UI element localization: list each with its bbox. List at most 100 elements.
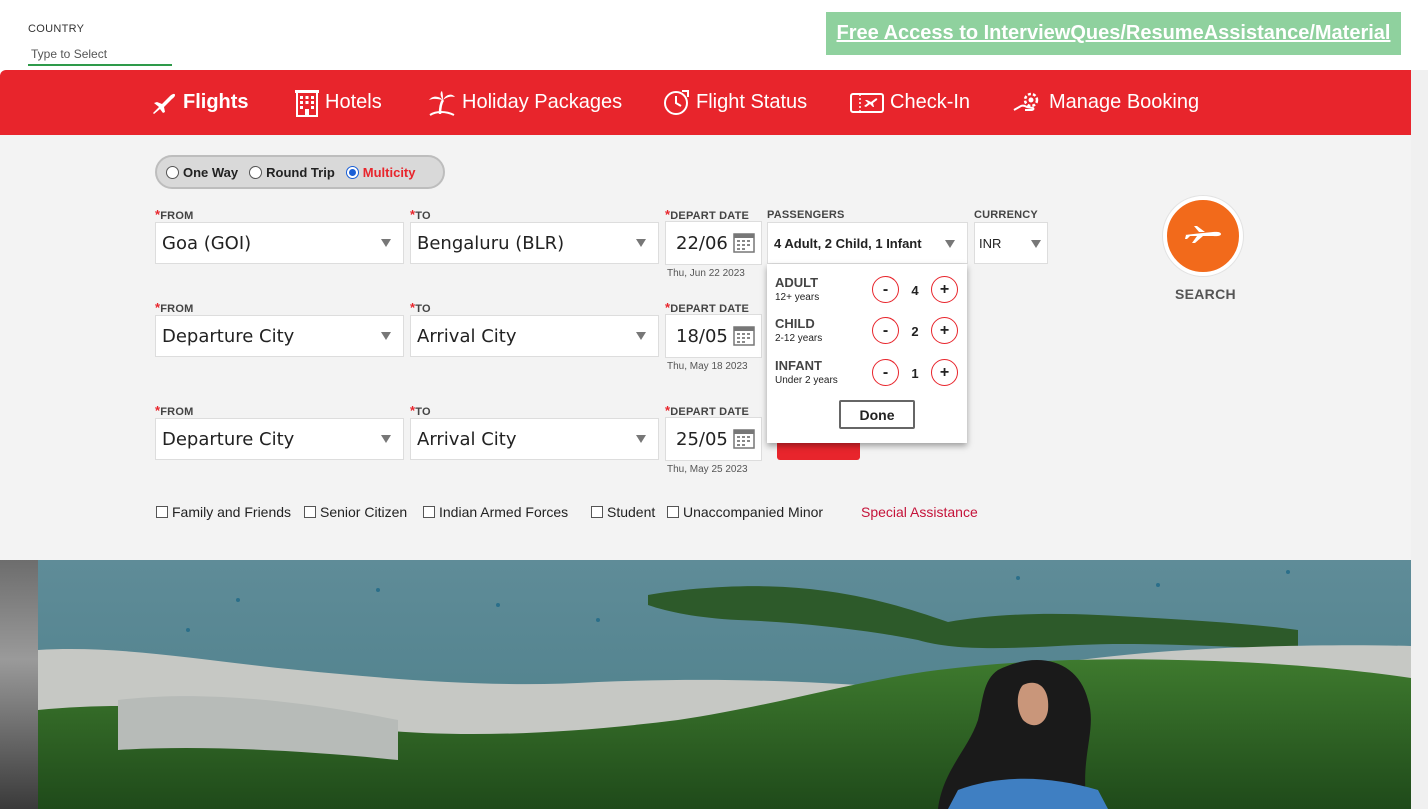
currency-label: CURRENCY bbox=[974, 209, 1038, 221]
passengers-summary: 4 Adult, 2 Child, 1 Infant bbox=[774, 235, 922, 251]
checkbox[interactable] bbox=[591, 506, 603, 518]
nav-flight-status[interactable]: Flight Status bbox=[662, 70, 807, 135]
date-full: Thu, May 18 2023 bbox=[667, 361, 748, 372]
done-button[interactable]: Done bbox=[839, 400, 915, 429]
caret-down-icon bbox=[381, 332, 391, 340]
passengers-label: PASSENGERS bbox=[767, 209, 845, 221]
pax-row-infant: INFANT Under 2 years - 1 + bbox=[775, 358, 960, 394]
checkbox[interactable] bbox=[667, 506, 679, 518]
date-value: 22/06 bbox=[676, 232, 728, 254]
plane-icon bbox=[151, 91, 177, 115]
nav-label: Hotels bbox=[325, 91, 382, 113]
search-panel: One Way Round Trip Multicity *FROM Goa (… bbox=[0, 135, 1411, 560]
child-count: 2 bbox=[911, 324, 919, 339]
nav-label: Flights bbox=[183, 91, 249, 113]
depart-date-2[interactable]: 18/05 bbox=[665, 314, 762, 358]
from-select-1[interactable]: Goa (GOI) bbox=[155, 222, 404, 264]
trip-round-trip[interactable]: Round Trip bbox=[249, 165, 335, 180]
family-friends-checkbox[interactable]: Family and Friends bbox=[156, 504, 291, 520]
promo-banner[interactable]: Free Access to InterviewQues/ResumeAssis… bbox=[826, 12, 1401, 55]
trip-label: Multicity bbox=[362, 164, 416, 180]
calendar-icon[interactable] bbox=[733, 231, 755, 258]
adult-count: 4 bbox=[911, 283, 919, 298]
calendar-icon[interactable] bbox=[733, 324, 755, 351]
to-select-2[interactable]: Arrival City bbox=[410, 315, 659, 357]
search-button[interactable] bbox=[1163, 196, 1243, 276]
checkbox[interactable] bbox=[156, 506, 168, 518]
nav-holiday-packages[interactable]: Holiday Packages bbox=[428, 70, 622, 135]
checkbox-label: Unaccompanied Minor bbox=[683, 504, 824, 520]
unaccompanied-minor-checkbox[interactable]: Unaccompanied Minor bbox=[667, 504, 823, 520]
checkbox-label: Student bbox=[607, 504, 656, 520]
gear-hand-icon bbox=[1013, 90, 1043, 116]
country-label: COUNTRY bbox=[28, 23, 85, 35]
armed-forces-checkbox[interactable]: Indian Armed Forces bbox=[423, 504, 568, 520]
from-select-3[interactable]: Departure City bbox=[155, 418, 404, 460]
from-value: Departure City bbox=[162, 428, 295, 450]
add-city-button[interactable] bbox=[777, 443, 860, 460]
date-value: 25/05 bbox=[676, 428, 728, 450]
depart-date-1[interactable]: 22/06 bbox=[665, 221, 762, 265]
depart-date-label: *DEPART DATE bbox=[665, 207, 750, 222]
to-label: *TO bbox=[410, 403, 431, 418]
pax-row-child: CHILD 2-12 years - 2 + bbox=[775, 316, 960, 352]
infant-decrement-button[interactable]: - bbox=[872, 359, 899, 386]
to-select-3[interactable]: Arrival City bbox=[410, 418, 659, 460]
radio-button[interactable] bbox=[345, 165, 359, 179]
checkbox-label: Indian Armed Forces bbox=[439, 504, 569, 520]
from-label: *FROM bbox=[155, 207, 194, 222]
date-full: Thu, May 25 2023 bbox=[667, 464, 748, 475]
child-increment-button[interactable]: + bbox=[931, 317, 958, 344]
senior-citizen-checkbox[interactable]: Senior Citizen bbox=[304, 504, 407, 520]
to-label: *TO bbox=[410, 300, 431, 315]
caret-down-icon bbox=[1031, 240, 1041, 248]
page: COUNTRY Free Access to InterviewQues/Res… bbox=[0, 0, 1428, 809]
promo-link[interactable]: Free Access to InterviewQues/ResumeAssis… bbox=[837, 22, 1391, 45]
nav-label: Manage Booking bbox=[1049, 91, 1200, 113]
date-value: 18/05 bbox=[676, 325, 728, 347]
checkbox[interactable] bbox=[304, 506, 316, 518]
trip-label: One Way bbox=[183, 164, 239, 180]
hero-banner bbox=[0, 560, 1411, 809]
student-checkbox[interactable]: Student bbox=[591, 504, 655, 520]
passengers-select[interactable]: 4 Adult, 2 Child, 1 Infant bbox=[767, 222, 968, 264]
radio-button[interactable] bbox=[249, 165, 263, 179]
infant-increment-button[interactable]: + bbox=[931, 359, 958, 386]
infant-count: 1 bbox=[911, 366, 919, 381]
main-nav: Flights Hotels Holiday Packages Flight S… bbox=[0, 70, 1411, 135]
to-label: *TO bbox=[410, 207, 431, 222]
nav-check-in[interactable]: Check-In bbox=[850, 70, 970, 135]
trip-one-way[interactable]: One Way bbox=[166, 165, 238, 180]
passengers-dropdown: ADULT 12+ years - 4 + CHILD 2-12 years -… bbox=[767, 264, 967, 443]
hotel-icon bbox=[295, 89, 319, 117]
nav-label: Check-In bbox=[890, 91, 971, 113]
child-decrement-button[interactable]: - bbox=[872, 317, 899, 344]
currency-select[interactable]: INR bbox=[974, 222, 1048, 264]
from-select-2[interactable]: Departure City bbox=[155, 315, 404, 357]
pax-name: CHILD bbox=[775, 316, 815, 331]
pax-age: 2-12 years bbox=[775, 333, 823, 344]
calendar-icon[interactable] bbox=[733, 427, 755, 454]
caret-down-icon bbox=[636, 435, 646, 443]
checkbox[interactable] bbox=[423, 506, 435, 518]
from-value: Departure City bbox=[162, 325, 295, 347]
depart-date-3[interactable]: 25/05 bbox=[665, 417, 762, 461]
caret-down-icon bbox=[636, 332, 646, 340]
country-input[interactable] bbox=[28, 44, 172, 66]
pax-age: Under 2 years bbox=[775, 375, 838, 386]
caret-down-icon bbox=[381, 239, 391, 247]
adult-increment-button[interactable]: + bbox=[931, 276, 958, 303]
pax-row-adult: ADULT 12+ years - 4 + bbox=[775, 275, 960, 311]
to-select-1[interactable]: Bengaluru (BLR) bbox=[410, 222, 659, 264]
trip-multicity[interactable]: Multicity bbox=[345, 164, 416, 180]
adult-decrement-button[interactable]: - bbox=[872, 276, 899, 303]
nav-flights[interactable]: Flights bbox=[151, 70, 249, 135]
trip-label: Round Trip bbox=[266, 164, 335, 180]
radio-button[interactable] bbox=[166, 165, 179, 179]
nav-manage-booking[interactable]: Manage Booking bbox=[1013, 70, 1199, 135]
special-assistance-link[interactable]: Special Assistance bbox=[861, 504, 978, 520]
page-scrollbar[interactable] bbox=[1411, 70, 1428, 809]
nav-hotels[interactable]: Hotels bbox=[295, 70, 382, 135]
from-label: *FROM bbox=[155, 403, 194, 418]
depart-date-label: *DEPART DATE bbox=[665, 403, 750, 418]
